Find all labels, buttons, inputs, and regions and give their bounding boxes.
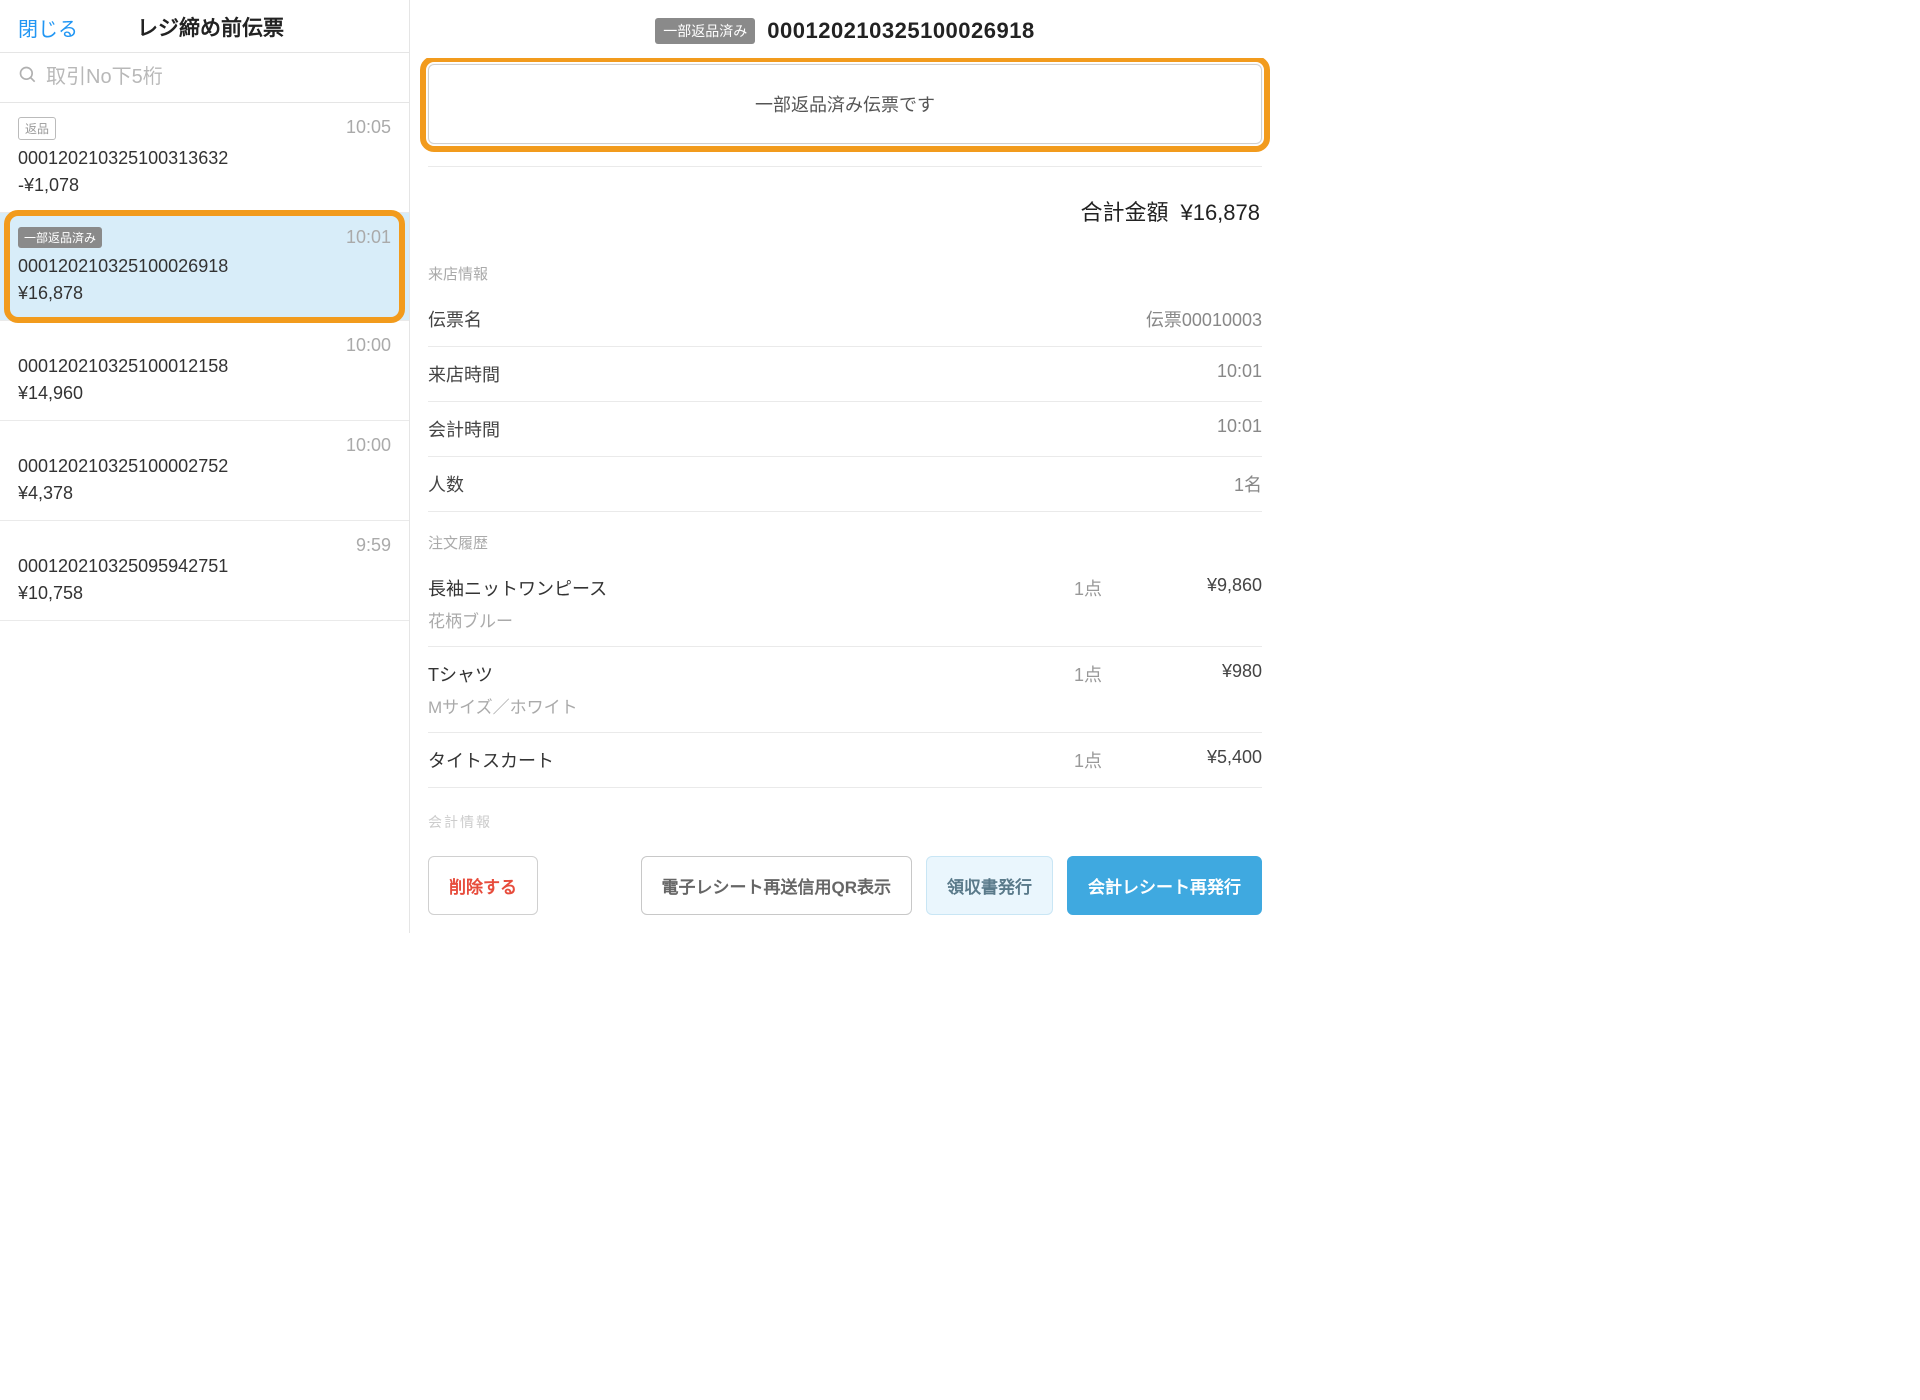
- info-key: 来店時間: [428, 361, 500, 387]
- info-value: 1名: [1234, 471, 1262, 497]
- detail-scroll[interactable]: 一部返品済み伝票です 合計金額 ¥16,878 来店情報 伝票名 伝票000100…: [410, 58, 1280, 838]
- transaction-no: 000120210325100026918: [18, 256, 391, 277]
- info-row: 来店時間 10:01: [428, 347, 1262, 402]
- search-bar: [0, 53, 409, 103]
- order-section-label: 注文履歴: [428, 532, 1262, 553]
- transaction-time: 9:59: [356, 535, 391, 556]
- order-row: Tシャツ Mサイズ／ホワイト1点¥980: [428, 647, 1262, 733]
- search-input[interactable]: [46, 66, 391, 89]
- transaction-no: 000120210325095942751: [18, 556, 391, 577]
- transaction-time: 10:00: [346, 435, 391, 456]
- transaction-list: 返品 10:05 000120210325100313632 -¥1,078 一部返品済…: [0, 103, 409, 933]
- total-label: 合計金額: [1080, 195, 1168, 227]
- footer-actions: 削除する 電子レシート再送信用QR表示 領収書発行 会計レシート再発行: [410, 838, 1280, 933]
- info-key: 人数: [428, 471, 464, 497]
- detail-header: 一部返品済み 000120210325100026918: [410, 0, 1280, 58]
- info-row: 会計時間 10:01: [428, 402, 1262, 457]
- transaction-amount: ¥4,378: [18, 483, 391, 504]
- total-row: 合計金額 ¥16,878: [428, 167, 1262, 257]
- order-variant: Mサイズ／ホワイト: [428, 693, 982, 718]
- reprint-button[interactable]: 会計レシート再発行: [1067, 856, 1262, 915]
- transaction-no: 000120210325100313632: [18, 148, 391, 169]
- notice-box: 一部返品済み伝票です: [428, 64, 1262, 144]
- transaction-item[interactable]: 9:59000120210325095942751 ¥10,758: [0, 521, 409, 621]
- order-qty: 1点: [982, 661, 1102, 687]
- total-value: ¥16,878: [1180, 200, 1260, 226]
- order-name: Tシャツ: [428, 661, 982, 687]
- order-qty: 1点: [982, 575, 1102, 601]
- transaction-badge: 返品: [18, 117, 56, 140]
- order-name: タイトスカート: [428, 747, 982, 773]
- visit-info: 伝票名 伝票00010003 来店時間 10:01 会計時間 10:01 人数 1名: [428, 292, 1262, 512]
- transaction-item[interactable]: 10:00000120210325100012158 ¥14,960: [0, 321, 409, 421]
- info-key: 伝票名: [428, 306, 482, 332]
- sidebar-title: レジ締め前伝票: [30, 12, 391, 42]
- transaction-amount: ¥14,960: [18, 383, 391, 404]
- transaction-badge: 一部返品済み: [18, 227, 102, 248]
- transaction-item[interactable]: 返品 10:05 000120210325100313632 -¥1,078: [0, 103, 409, 213]
- transaction-amount: -¥1,078: [18, 175, 391, 196]
- order-row: 長袖ニットワンピース花柄ブルー1点¥9,860: [428, 561, 1262, 647]
- transaction-amount: ¥16,878: [18, 283, 391, 304]
- transaction-time: 10:01: [346, 227, 391, 248]
- transaction-time: 10:05: [346, 117, 391, 138]
- info-value: 10:01: [1217, 361, 1262, 387]
- receipt-issue-button[interactable]: 領収書発行: [926, 856, 1053, 915]
- transaction-time: 10:00: [346, 335, 391, 356]
- search-icon: [18, 65, 38, 90]
- info-value: 10:01: [1217, 416, 1262, 442]
- detail-transaction-no: 000120210325100026918: [767, 18, 1034, 44]
- info-value: 伝票00010003: [1146, 306, 1262, 332]
- info-row: 伝票名 伝票00010003: [428, 292, 1262, 347]
- order-name: 長袖ニットワンピース: [428, 575, 982, 601]
- cutoff-section-hint: 会計情報: [428, 812, 1262, 832]
- order-row: タイトスカート1点¥5,400: [428, 733, 1262, 788]
- visit-section-label: 来店情報: [428, 263, 1262, 284]
- transaction-amount: ¥10,758: [18, 583, 391, 604]
- order-price: ¥5,400: [1102, 747, 1262, 768]
- delete-button[interactable]: 削除する: [428, 856, 538, 915]
- order-variant: 花柄ブルー: [428, 607, 982, 632]
- main: 一部返品済み 000120210325100026918 一部返品済み伝票です …: [410, 0, 1280, 933]
- sidebar: 閉じる レジ締め前伝票 返品 10:05 000120210325100313632…: [0, 0, 410, 933]
- info-row: 人数 1名: [428, 457, 1262, 512]
- order-price: ¥9,860: [1102, 575, 1262, 596]
- notice-highlight: 一部返品済み伝票です: [428, 64, 1262, 144]
- transaction-no: 000120210325100012158: [18, 356, 391, 377]
- transaction-item[interactable]: 一部返品済み 10:01 000120210325100026918 ¥16,878: [0, 213, 409, 321]
- status-badge: 一部返品済み: [655, 18, 755, 44]
- transaction-no: 000120210325100002752: [18, 456, 391, 477]
- qr-resend-button[interactable]: 電子レシート再送信用QR表示: [641, 856, 913, 915]
- order-qty: 1点: [982, 747, 1102, 773]
- transaction-item[interactable]: 10:00000120210325100002752 ¥4,378: [0, 421, 409, 521]
- info-key: 会計時間: [428, 416, 500, 442]
- sidebar-header: 閉じる レジ締め前伝票: [0, 0, 409, 53]
- order-price: ¥980: [1102, 661, 1262, 682]
- order-history: 長袖ニットワンピース花柄ブルー1点¥9,860TシャツMサイズ／ホワイト1点¥9…: [428, 561, 1262, 788]
